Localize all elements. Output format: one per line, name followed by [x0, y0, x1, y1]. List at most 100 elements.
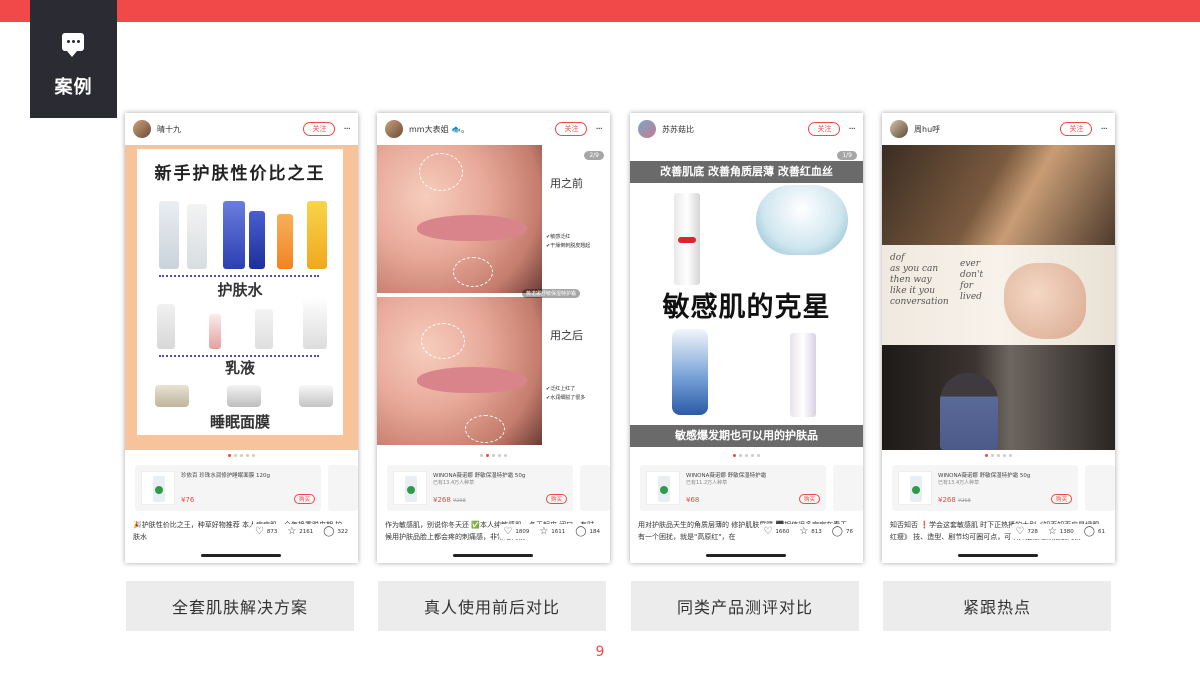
buy-button[interactable]: 购买 [545, 494, 567, 504]
avatar[interactable] [638, 120, 656, 138]
avatar[interactable] [133, 120, 151, 138]
post-card-4[interactable]: 周hu呼 关注 ··· dof as you can then way like… [882, 113, 1115, 563]
username[interactable]: 晴十九 [157, 124, 303, 135]
lotion-bottle [209, 314, 221, 349]
spray-bottle [790, 333, 816, 417]
product-sub: 已有11.2万人种草 [686, 480, 728, 486]
like-button[interactable]: ♡ 1809 [503, 526, 529, 537]
lips [417, 215, 527, 241]
label-trending: 紧跟热点 [883, 581, 1111, 631]
product-name: WINONA薇诺娜 舒敏保湿特护霜 [686, 473, 767, 479]
more-icon[interactable]: ··· [343, 124, 350, 135]
comment-button[interactable]: ◯ 61 [1084, 526, 1105, 537]
buy-button[interactable]: 购买 [1050, 494, 1072, 504]
carousel-dots [882, 450, 1115, 460]
product-tag[interactable]: 薇诺娜舒敏保湿特护霜 [522, 289, 581, 298]
post-card-1[interactable]: 晴十九 关注 ··· 新手护肤性价比之王 护肤水 乳液 睡眠面膜 珍依百 珍珠水… [125, 113, 358, 563]
carousel-dots [377, 450, 610, 460]
username[interactable]: mm大表姐 🐟。 [409, 124, 555, 135]
drama-still [882, 145, 1115, 245]
post-image[interactable]: 新手护肤性价比之王 护肤水 乳液 睡眠面膜 [125, 145, 358, 450]
post-image[interactable]: 用之前 ✔敏感泛红 ✔干燥倒刺脱皮翘起 用之后 ✔泛红上红了 ✔水润细腻了很多 … [377, 145, 610, 450]
product-card-next[interactable] [833, 465, 863, 511]
collect-button[interactable]: ☆ 813 [799, 526, 821, 537]
product-name: WINONA薇诺娜 舒敏保湿特护霜 50g [938, 473, 1031, 479]
comment-button[interactable]: ◯ 322 [323, 526, 348, 537]
product-card[interactable]: WINONA薇诺娜 舒敏保湿特护霜 已有11.2万人种草 ¥68 购买 [640, 465, 826, 511]
action-bar: ♡ 873 ☆ 2161 ◯ 322 [250, 524, 352, 539]
post-card-3[interactable]: 苏苏菇比 关注 ··· 改善肌底 改善角质层薄 改善红血丝 敏感肌的克星 敏感爆… [630, 113, 863, 563]
carousel-dots [630, 450, 863, 460]
highlight-circle [465, 415, 505, 443]
product-name: 珍依百 珍珠水润修护睡眠面膜 120g [181, 473, 270, 479]
serum-bottle [672, 329, 708, 415]
before-label: 用之前 [550, 177, 583, 190]
collect-button[interactable]: ☆ 1380 [1048, 526, 1074, 537]
username[interactable]: 苏苏菇比 [662, 124, 808, 135]
action-bar: ♡ 1809 ☆ 1611 ◯ 184 [499, 524, 604, 539]
product-price: ¥68 [686, 496, 700, 504]
product-thumb [898, 471, 932, 505]
section-label: 睡眠面膜 [209, 413, 270, 431]
highlight-circle [419, 153, 463, 191]
toner-bottle [187, 204, 207, 269]
top-banner: 改善肌底 改善角质层薄 改善红血丝 [630, 161, 863, 183]
product-card[interactable]: WINONA薇诺娜 舒敏保湿特护霜 50g 已有13.4万人种草 ¥268 ¥2… [387, 465, 573, 511]
after-photo [377, 297, 542, 445]
follow-button[interactable]: 关注 [1060, 122, 1093, 136]
product-price: ¥268 ¥268 [433, 496, 466, 504]
star-icon: ☆ [539, 526, 549, 537]
post-card-2[interactable]: mm大表姐 🐟。 关注 ··· 用之前 ✔敏感泛红 ✔干燥倒刺脱皮翘起 用之后 … [377, 113, 610, 563]
post-image[interactable]: dof as you can then way like it you conv… [882, 145, 1115, 450]
like-button[interactable]: ♡ 873 [255, 526, 277, 537]
top-accent-bar [0, 0, 1200, 22]
avatar[interactable] [890, 120, 908, 138]
buy-button[interactable]: 购买 [798, 494, 820, 504]
post-header: 晴十九 关注 ··· [125, 113, 358, 145]
post-header: 苏苏菇比 关注 ··· [630, 113, 863, 145]
product-card-next[interactable] [1085, 465, 1115, 511]
star-icon: ☆ [799, 526, 809, 537]
collect-button[interactable]: ☆ 2161 [287, 526, 313, 537]
product-price: ¥76 [181, 496, 195, 504]
collect-button[interactable]: ☆ 1611 [539, 526, 565, 537]
comment-icon: ◯ [1083, 526, 1095, 537]
hand-swatch [1004, 263, 1086, 339]
username[interactable]: 周hu呼 [914, 124, 1060, 135]
book-text: dof as you can then way like it you conv… [890, 253, 949, 307]
avatar[interactable] [385, 120, 403, 138]
before-photo [377, 145, 542, 293]
more-icon[interactable]: ··· [1100, 124, 1107, 135]
comment-button[interactable]: ◯ 184 [575, 526, 600, 537]
home-indicator [958, 554, 1038, 557]
before-panel: 用之前 ✔敏感泛红 ✔干燥倒刺脱皮翘起 [542, 145, 610, 293]
like-button[interactable]: ♡ 728 [1015, 526, 1037, 537]
book-text: ever don't for lived [960, 259, 984, 302]
more-icon[interactable]: ··· [595, 124, 602, 135]
product-sub: 已有13.4万人种草 [433, 480, 475, 486]
product-card[interactable]: WINONA薇诺娜 舒敏保湿特护霜 50g 已有13.4万人种草 ¥268 ¥2… [892, 465, 1078, 511]
buy-button[interactable]: 购买 [293, 494, 315, 504]
comment-icon: ◯ [575, 526, 587, 537]
like-button[interactable]: ♡ 1660 [763, 526, 789, 537]
toner-bottle [223, 201, 245, 269]
product-card[interactable]: 珍依百 珍珠水润修护睡眠面膜 120g ¥76 购买 [135, 465, 321, 511]
star-icon: ☆ [287, 526, 297, 537]
product-card-next[interactable] [328, 465, 358, 511]
product-card-next[interactable] [580, 465, 610, 511]
mask-jar [227, 385, 261, 407]
headline: 敏感肌的克星 [662, 292, 831, 323]
carousel-dots [125, 450, 358, 460]
drama-still [882, 345, 1115, 450]
follow-button[interactable]: 关注 [808, 122, 841, 136]
more-icon[interactable]: ··· [848, 124, 855, 135]
actress-figure [940, 373, 998, 450]
post-image[interactable]: 改善肌底 改善角质层薄 改善红血丝 敏感肌的克星 敏感爆发期也可以用的护肤品 1… [630, 145, 863, 450]
follow-button[interactable]: 关注 [303, 122, 336, 136]
follow-button[interactable]: 关注 [555, 122, 588, 136]
heart-icon: ♡ [763, 526, 773, 537]
comment-icon: ◯ [323, 526, 335, 537]
chat-bubble-icon [62, 33, 84, 57]
bottom-banner: 敏感爆发期也可以用的护肤品 [630, 425, 863, 447]
comment-button[interactable]: ◯ 76 [832, 526, 853, 537]
